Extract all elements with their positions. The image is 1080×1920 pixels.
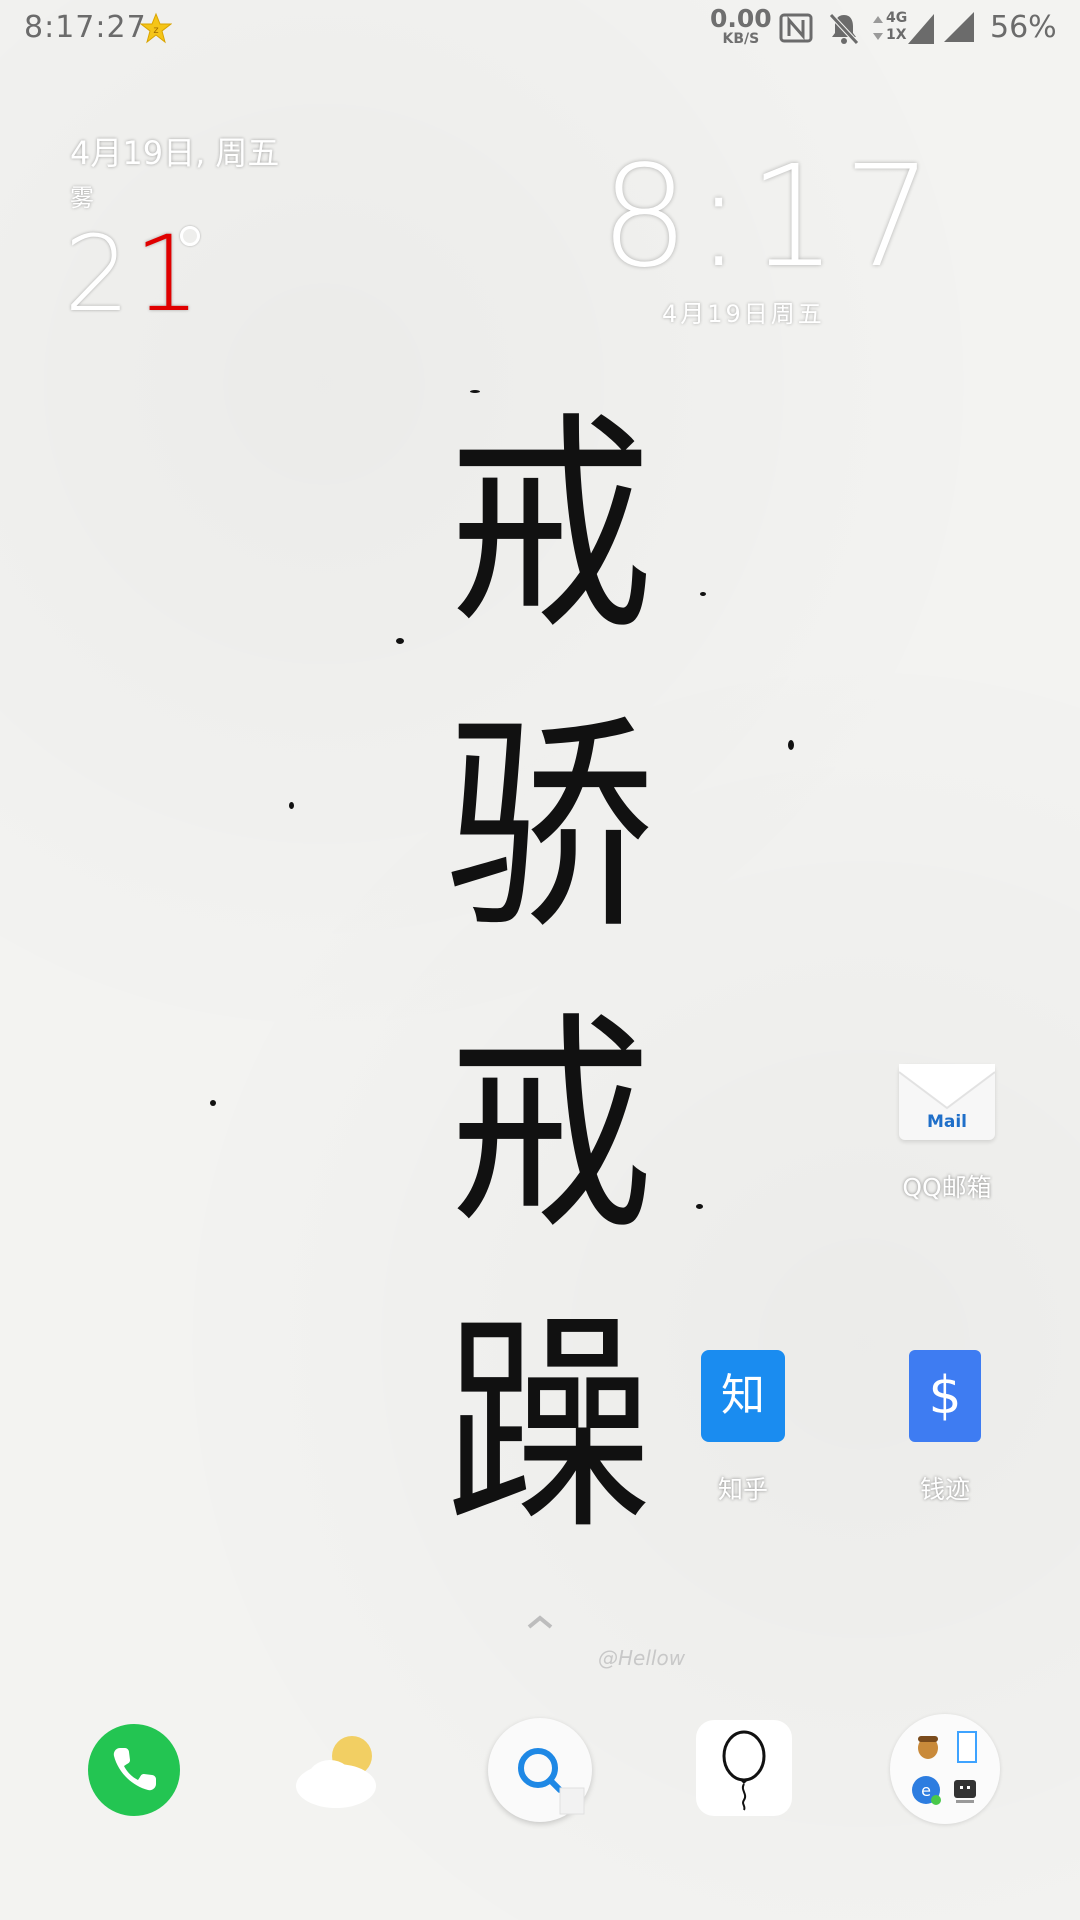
chevron-up-icon[interactable] <box>526 1614 554 1630</box>
dock-folder[interactable]: e <box>890 1714 1000 1824</box>
home-screen: 8:17:27 z 0.00 KB/S 4G 1X 56% 4月19日, 周五 … <box>0 0 1080 1920</box>
data-arrows-icon <box>873 16 883 40</box>
app-label: QQ邮箱 <box>902 1173 992 1202</box>
app-zhihu[interactable]: 知 知乎 <box>668 1350 818 1506</box>
ink-splatter <box>788 740 794 750</box>
app-label: 知乎 <box>717 1475 768 1504</box>
app-label: 钱迹 <box>919 1475 970 1504</box>
clock-date: 4月19日周五 <box>662 300 825 328</box>
data-type-label: 4G <box>886 10 908 26</box>
ink-splatter <box>470 390 480 393</box>
signal-icon <box>908 14 934 44</box>
svg-text:e: e <box>921 1781 931 1800</box>
battery-percentage: 56% <box>990 10 1057 45</box>
qianji-icon: $ <box>909 1350 981 1442</box>
degree-symbol <box>180 226 200 246</box>
star-badge-icon: z <box>140 12 172 44</box>
ink-splatter <box>396 638 404 644</box>
clock-time: 8:17 <box>600 136 939 299</box>
search-icon <box>518 1748 585 1815</box>
calligraphy-char-1: 戒 <box>446 394 654 661</box>
phone-icon <box>88 1724 180 1816</box>
signal-icon-sim2 <box>944 12 974 42</box>
ink-splatter <box>289 802 294 809</box>
data-type-label-secondary: 1X <box>886 27 907 43</box>
folder-icon: e <box>890 1714 1000 1824</box>
svg-text:z: z <box>153 25 158 36</box>
temperature-digit-tens: 2 <box>64 213 135 335</box>
qqmail-icon: Mail <box>899 1064 995 1140</box>
app-qqmail[interactable]: Mail QQ邮箱 <box>872 1064 1022 1204</box>
wallpaper-calligraphy: 戒 骄 戒 躁 <box>397 378 703 1578</box>
balloon-icon <box>696 1720 792 1816</box>
wallpaper-credit: @Hellow <box>598 1646 686 1670</box>
dock-phone[interactable] <box>88 1724 180 1816</box>
network-speed: 0.00 KB/S <box>710 4 772 47</box>
dock-weather[interactable] <box>290 1730 390 1814</box>
calligraphy-char-2: 骄 <box>446 694 654 961</box>
network-speed-value: 0.00 <box>710 4 772 33</box>
notifications-off-icon <box>829 13 859 45</box>
dock-search[interactable] <box>488 1718 592 1822</box>
ink-splatter <box>696 1204 703 1209</box>
dock-balloon-app[interactable] <box>696 1720 792 1816</box>
ink-splatter <box>210 1100 216 1106</box>
zhihu-icon: 知 <box>701 1350 785 1442</box>
nfc-icon <box>779 13 813 43</box>
ink-splatter <box>700 592 706 596</box>
mobile-data-indicator: 4G 1X <box>872 10 934 46</box>
status-time: 8:17:27 <box>24 10 147 45</box>
search-app-icon <box>488 1718 592 1822</box>
calligraphy-char-4: 躁 <box>446 1294 654 1561</box>
app-qianji[interactable]: $ 钱迹 <box>870 1350 1020 1506</box>
network-speed-unit: KB/S <box>722 31 760 47</box>
weather-icon <box>296 1736 376 1808</box>
status-bar: 8:17:27 z 0.00 KB/S 4G 1X 56% <box>0 0 1080 56</box>
calligraphy-char-3: 戒 <box>446 994 654 1261</box>
weather-condition: 雾 <box>70 184 94 212</box>
weather-date: 4月19日, 周五 <box>70 134 280 172</box>
qqmail-icon-text: Mail <box>926 1112 968 1132</box>
